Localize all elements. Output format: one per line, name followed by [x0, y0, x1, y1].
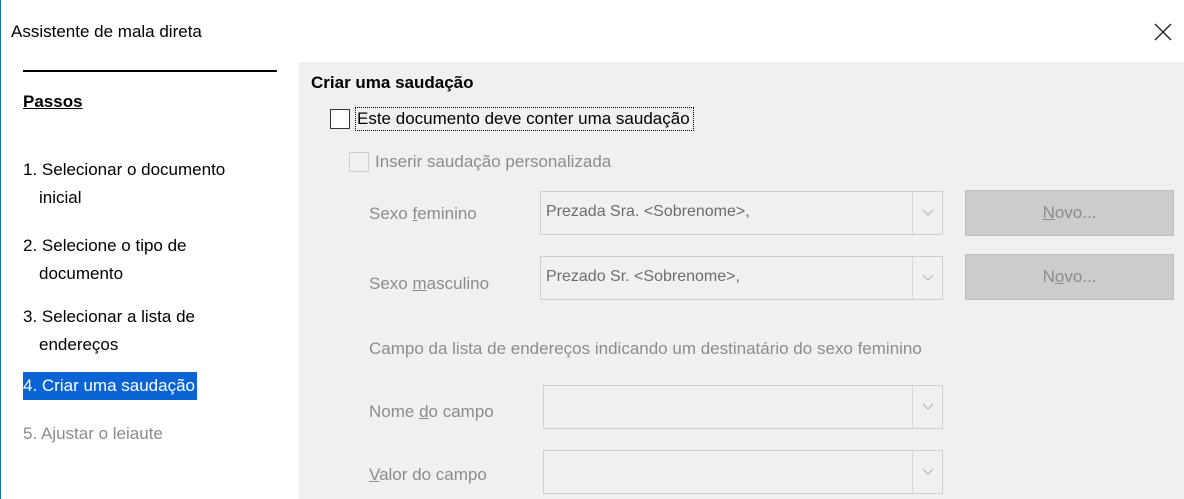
step-label-cont: endereços [39, 335, 119, 354]
personalized-greeting-checkbox[interactable] [349, 152, 369, 172]
contain-greeting-option[interactable]: Este documento deve conter uma saudação [330, 107, 694, 131]
chevron-down-icon [922, 468, 933, 475]
label-accel: d [419, 402, 429, 421]
contain-greeting-label: Este documento deve conter uma saudação [355, 107, 694, 131]
label-text: Nome [369, 402, 420, 421]
step-select-document[interactable]: 1. Selecionar o documento inicial [23, 156, 225, 212]
step-create-greeting[interactable]: 4. Criar uma saudação [23, 372, 197, 400]
button-text: vo... [1064, 267, 1097, 286]
dropdown-arrow[interactable] [912, 192, 942, 234]
female-new-button[interactable]: Novo... [965, 190, 1174, 236]
step-adjust-layout[interactable]: 5. Ajustar o leiaute [23, 420, 163, 448]
female-label: Sexo feminino [369, 204, 477, 224]
contain-greeting-checkbox[interactable] [330, 109, 350, 129]
field-name-select[interactable] [543, 385, 943, 429]
field-value-select[interactable] [543, 450, 943, 494]
steps-sidebar: Passos 1. Selecionar o documento inicial… [1, 62, 299, 499]
male-greeting-select[interactable]: Prezado Sr. <Sobrenome>, [540, 256, 943, 300]
label-text: alor do campo [379, 465, 487, 484]
step-address-list[interactable]: 3. Selecionar a lista de endereços [23, 303, 195, 359]
sidebar-divider [23, 70, 277, 72]
steps-heading: Passos [23, 92, 83, 111]
personalized-greeting-label: Inserir saudação personalizada [375, 152, 612, 171]
step-label-cont: inicial [39, 188, 82, 207]
close-button[interactable] [1145, 14, 1181, 50]
chevron-down-icon [922, 403, 933, 410]
female-greeting-select[interactable]: Prezada Sra. <Sobrenome>, [540, 191, 943, 235]
label-text: eminino [417, 204, 477, 223]
step-label-cont: documento [39, 264, 124, 283]
label-text: Sexo [369, 204, 413, 223]
step-label: 2. Selecione o tipo de [23, 236, 187, 255]
close-icon [1154, 23, 1172, 41]
label-text: asculino [426, 274, 490, 293]
chevron-down-icon [922, 209, 933, 216]
male-new-button[interactable]: No vo... [965, 254, 1174, 300]
step-label: 1. Selecionar o documento [23, 160, 226, 179]
button-accel: N [1042, 203, 1055, 222]
personalized-greeting-option[interactable]: Inserir saudação personalizada [349, 152, 611, 172]
field-caption: Campo da lista de endereços indicando um… [369, 339, 922, 358]
female-greeting-value: Prezada Sra. <Sobrenome>, [546, 203, 750, 220]
label-text: o campo [428, 402, 494, 421]
section-title: Criar uma saudação [311, 73, 474, 92]
dropdown-arrow[interactable] [912, 257, 942, 299]
step-label: 3. Selecionar a lista de [23, 307, 195, 326]
label-text: Sexo [369, 274, 413, 293]
label-accel: m [412, 274, 427, 293]
male-greeting-value: Prezado Sr. <Sobrenome>, [546, 268, 740, 285]
field-name-label: Nome do campo [369, 402, 494, 422]
label-accel: V [369, 465, 380, 484]
dropdown-arrow[interactable] [912, 386, 942, 428]
button-text: N [1042, 267, 1055, 286]
dropdown-arrow[interactable] [912, 451, 942, 493]
step-document-type[interactable]: 2. Selecione o tipo de documento [23, 232, 187, 288]
chevron-down-icon [922, 274, 933, 281]
dialog-title: Assistente de mala direta [11, 22, 202, 41]
button-accel: o [1054, 267, 1065, 286]
field-value-label: Valor do campo [369, 465, 487, 485]
title-bar: Assistente de mala direta [1, 0, 1184, 62]
greeting-panel: Criar uma saudação Este documento deve c… [299, 62, 1184, 499]
mail-merge-dialog: Assistente de mala direta Passos 1. Sele… [0, 0, 1184, 499]
button-text: ovo... [1054, 203, 1097, 222]
male-label: Sexo masculino [369, 274, 489, 294]
